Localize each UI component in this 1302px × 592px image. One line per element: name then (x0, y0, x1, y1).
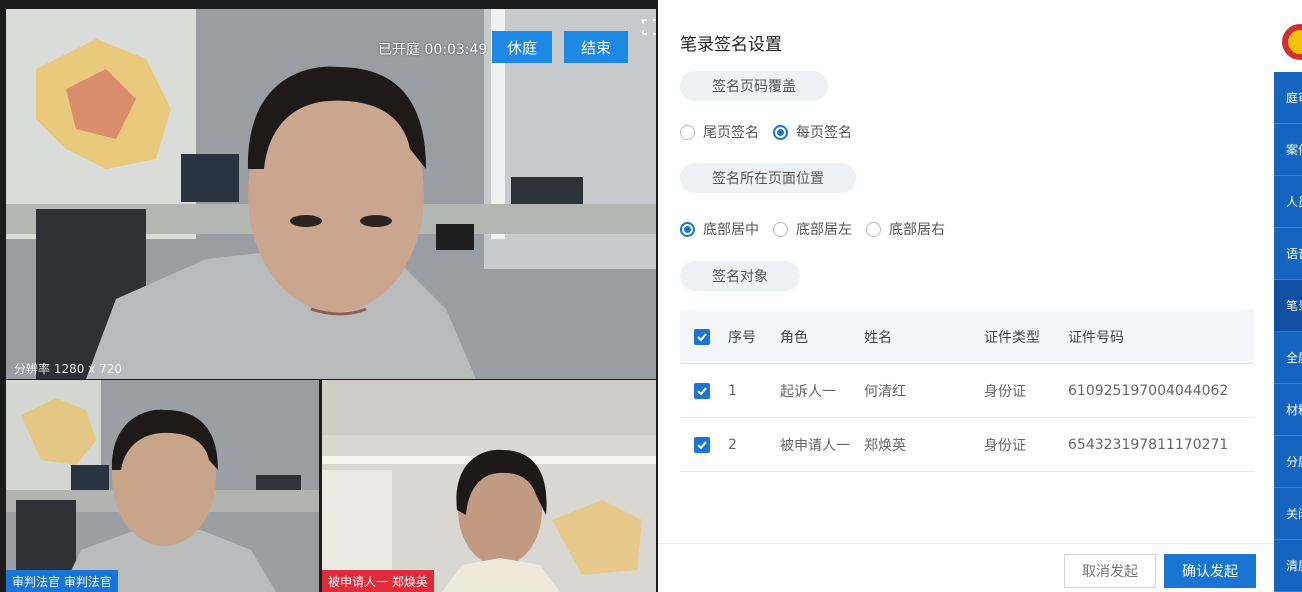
radio-last-page[interactable]: 尾页签名 (680, 122, 759, 142)
sidebar-item-voice[interactable]: 语音 (1274, 228, 1302, 280)
sidebar-item-people[interactable]: 人员 (1274, 176, 1302, 228)
end-button[interactable]: 结束 (564, 31, 628, 63)
table-row: 2 被申请人一 郑焕英 身份证 654323197811170271 (680, 418, 1254, 472)
sidebar-item-transcript[interactable]: 笔录 (1274, 280, 1302, 332)
section-signature-position: 签名所在页面位置 (680, 163, 856, 193)
sidebar-item-materials[interactable]: 材料 (1274, 384, 1302, 436)
section-signature-target: 签名对象 (680, 261, 800, 291)
header-no: 序号 (728, 330, 756, 346)
cell-id-type: 身份证 (984, 438, 1026, 454)
radio-label: 底部居左 (796, 222, 852, 238)
participant-video-respondent[interactable]: 被申请人一 郑焕英 (322, 380, 656, 592)
participant-tag-respondent: 被申请人一 郑焕英 (322, 570, 434, 592)
row-checkbox[interactable] (694, 418, 710, 472)
radio-label: 尾页签名 (703, 125, 759, 141)
radio-label: 底部居中 (703, 222, 759, 238)
cell-no: 2 (728, 437, 737, 453)
cell-role: 起诉人一 (780, 384, 836, 400)
main-video-feed: 已开庭 00:03:49 休庭 结束 分辨率 1280 x 720 (6, 9, 656, 379)
radio-dot (680, 124, 695, 140)
header-name: 姓名 (864, 330, 892, 346)
resolution-label: 分辨率 1280 x 720 (14, 362, 122, 376)
participant-video-judge[interactable]: 审判法官 审判法官 (6, 380, 319, 592)
cell-no: 1 (728, 383, 737, 399)
radio-bottom-right[interactable]: 底部居右 (866, 219, 945, 239)
sidebar-item-close[interactable]: 关闭 (1274, 488, 1302, 540)
position-options: 底部居中 底部居左 底部居右 (680, 219, 959, 239)
cell-id-no: 610925197004044062 (1068, 383, 1229, 399)
header-id-no: 证件号码 (1068, 330, 1124, 346)
court-emblem-icon (1274, 10, 1302, 72)
court-timer: 已开庭 00:03:49 (378, 42, 488, 58)
header-id-type: 证件类型 (984, 330, 1040, 346)
judge-video-image (6, 380, 319, 592)
cell-name: 何清红 (864, 384, 906, 400)
sidebar-item-clear[interactable]: 清屏 (1274, 540, 1302, 592)
sidebar-item-case[interactable]: 案件 (1274, 124, 1302, 176)
page-coverage-options: 尾页签名 每页签名 (680, 122, 866, 142)
radio-dot (866, 221, 881, 237)
participant-tag-judge: 审判法官 审判法官 (6, 570, 118, 592)
row-checkbox[interactable] (694, 364, 710, 418)
panel-title: 笔录签名设置 (680, 35, 782, 55)
confirm-initiate-button[interactable]: 确认发起 (1164, 554, 1256, 588)
signers-table: 序号 角色 姓名 证件类型 证件号码 1 起诉人一 何清红 身份证 610925… (680, 310, 1254, 472)
cell-id-type: 身份证 (984, 384, 1026, 400)
radio-dot-selected (773, 124, 788, 140)
footer-divider (658, 543, 1274, 544)
sidebar-item-fullscreen[interactable]: 全屏 (1274, 332, 1302, 384)
select-all-checkbox[interactable] (694, 310, 710, 364)
check-icon (694, 329, 710, 345)
main-video-image (6, 9, 656, 379)
right-sidebar: 庭审 案件 人员 语音 笔录 全屏 材料 分屏 关闭 清屏 (1274, 10, 1302, 592)
sidebar-item-split[interactable]: 分屏 (1274, 436, 1302, 488)
check-icon (694, 383, 710, 399)
radio-bottom-center[interactable]: 底部居中 (680, 219, 759, 239)
cell-id-no: 654323197811170271 (1068, 437, 1229, 453)
radio-every-page[interactable]: 每页签名 (773, 122, 852, 142)
radio-bottom-left[interactable]: 底部居左 (773, 219, 852, 239)
cancel-initiate-button[interactable]: 取消发起 (1064, 554, 1156, 588)
recess-button[interactable]: 休庭 (492, 31, 552, 63)
cell-role: 被申请人一 (780, 438, 850, 454)
table-header: 序号 角色 姓名 证件类型 证件号码 (680, 310, 1254, 364)
radio-dot (773, 221, 788, 237)
section-page-coverage: 签名页码覆盖 (680, 71, 828, 101)
table-row: 1 起诉人一 何清红 身份证 610925197004044062 (680, 364, 1254, 418)
respondent-video-image (322, 380, 656, 592)
header-role: 角色 (780, 330, 808, 346)
signature-settings-panel: 笔录签名设置 签名页码覆盖 尾页签名 每页签名 签名所在页面位置 底部居中 底部… (658, 0, 1274, 592)
check-icon (694, 437, 710, 453)
radio-label: 底部居右 (889, 222, 945, 238)
cell-name: 郑焕英 (864, 438, 906, 454)
sidebar-item-court[interactable]: 庭审 (1274, 72, 1302, 124)
radio-dot-selected (680, 221, 695, 237)
fullscreen-icon[interactable] (642, 19, 656, 35)
radio-label: 每页签名 (796, 125, 852, 141)
video-area: 已开庭 00:03:49 休庭 结束 分辨率 1280 x 720 审判法官 审… (0, 0, 658, 592)
